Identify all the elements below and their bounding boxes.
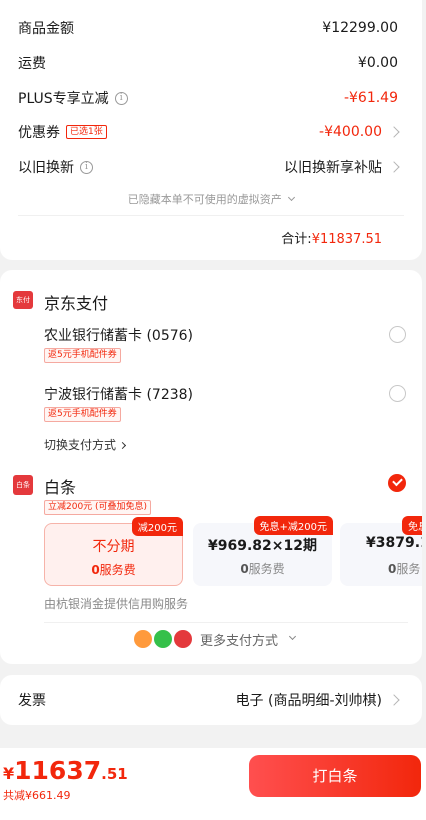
chevron-down-icon	[288, 193, 296, 202]
invoice-label: 发票	[18, 693, 46, 709]
chevron-down-icon	[288, 632, 297, 641]
shipping-value: ¥0.00	[357, 55, 398, 71]
total-label: 合计:	[281, 232, 312, 247]
invoice-card[interactable]: 发票 电子 (商品明细-刘帅棋)	[0, 675, 422, 725]
coupon-label: 优惠券	[18, 125, 60, 141]
wallet-icon	[134, 630, 152, 648]
coupon-value: -¥400.00	[319, 124, 382, 140]
final-price: ¥11637.51	[3, 756, 128, 785]
plan-title: ¥969.82×12期	[208, 538, 317, 554]
plus-discount-label: PLUS专享立减	[18, 91, 109, 107]
jd-pay-title: 京东支付	[44, 294, 109, 313]
shipping-row: 运费 ¥0.00	[18, 51, 398, 75]
plan-discount-badge: 免息+减200元	[253, 516, 333, 535]
jd-pay-icon: 东付	[13, 291, 33, 309]
goods-amount-row: 商品金额 ¥12299.00	[18, 16, 398, 40]
cashback-coupon-tag: 返5元手机配件券	[44, 348, 121, 363]
plans-overflow-clip: 免息 ¥3879.17 0服务	[338, 510, 422, 590]
more-payment-methods[interactable]: 更多支付方式	[0, 628, 422, 650]
total-value: ¥11837.51	[311, 232, 382, 247]
hidden-assets-note: 已隐藏本单不可使用的虚拟资产	[127, 193, 282, 206]
currency-symbol: ¥	[3, 764, 15, 783]
bank-card-option[interactable]: 宁波银行储蓄卡 (7238) 返5元手机配件券	[0, 379, 422, 429]
bottom-bar: ¥11637.51 共减¥661.49 打白条	[0, 748, 426, 820]
invoice-row[interactable]: 发票 电子 (商品明细-刘帅棋)	[18, 688, 400, 712]
total-saved: 共减¥661.49	[3, 789, 71, 802]
plan-fee: 0服务费	[240, 562, 285, 576]
trade-in-row[interactable]: 以旧换新 i 以旧换新享补贴	[18, 155, 400, 179]
baitiao-promo-tag: 立减200元 (可叠加免息)	[44, 500, 152, 515]
divider	[18, 215, 404, 216]
plus-discount-row: PLUS专享立减 i -¥61.49	[18, 86, 398, 110]
chevron-right-icon	[388, 161, 400, 173]
trade-in-value: 以旧换新享补贴	[284, 160, 382, 176]
chevron-right-icon	[388, 694, 400, 706]
goods-amount-value: ¥12299.00	[322, 20, 398, 36]
selected-check-icon[interactable]	[388, 474, 406, 492]
radio-button[interactable]	[389, 326, 406, 343]
plan-title: ¥3879.17	[366, 535, 422, 551]
trade-in-label: 以旧换新	[18, 160, 74, 176]
more-payment-label: 更多支付方式	[200, 634, 279, 649]
chevron-right-icon	[118, 441, 126, 450]
plan-fee: 0服务费	[91, 563, 136, 577]
plan-discount-badge: 免息	[402, 516, 422, 535]
plan-fee: 0服务	[388, 562, 421, 576]
divider	[44, 622, 408, 623]
plus-discount-value: -¥61.49	[343, 90, 398, 106]
price-integer: 11637	[14, 756, 102, 785]
total-row: 合计:¥11837.51	[281, 228, 382, 247]
baitiao-title: 白条	[44, 478, 77, 497]
bank-card-name: 宁波银行储蓄卡 (7238)	[44, 387, 194, 403]
radio-button[interactable]	[389, 385, 406, 402]
invoice-value: 电子 (商品明细-刘帅棋)	[235, 693, 382, 709]
price-decimal: .51	[101, 765, 128, 783]
shipping-label: 运费	[18, 56, 46, 72]
plan-discount-badge: 减200元	[131, 517, 183, 536]
switch-payment-link[interactable]: 切换支付方式	[44, 436, 126, 453]
cashback-coupon-tag: 返5元手机配件券	[44, 407, 121, 422]
installment-plan-option[interactable]: 减200元 不分期 0服务费	[44, 517, 183, 586]
goods-amount-label: 商品金额	[18, 21, 74, 37]
chevron-right-icon	[388, 126, 400, 138]
installment-plan-option[interactable]: 免息+减200元 ¥969.82×12期 0服务费	[193, 516, 333, 586]
coupon-row[interactable]: 优惠券 已选1张 -¥400.00	[18, 120, 400, 144]
installment-plan-option[interactable]: 免息 ¥3879.17 0服务	[340, 516, 422, 586]
bank-card-name: 农业银行储蓄卡 (0576)	[44, 328, 194, 344]
wechat-pay-icon	[154, 630, 172, 648]
plan-title: 不分期	[92, 539, 135, 555]
credit-provider-note: 由杭银消金提供信用购服务	[44, 597, 189, 611]
hidden-assets-toggle[interactable]: 已隐藏本单不可使用的虚拟资产	[0, 191, 422, 207]
coupon-selected-tag: 已选1张	[66, 125, 107, 139]
info-icon[interactable]: i	[114, 91, 128, 105]
order-summary-card: 商品金额 ¥12299.00 运费 ¥0.00 PLUS专享立减 i -¥61.…	[0, 0, 422, 260]
info-icon[interactable]: i	[80, 160, 93, 174]
pay-button[interactable]: 打白条	[249, 755, 421, 797]
baitiao-icon: 白条	[13, 475, 33, 495]
bank-card-icon	[174, 630, 192, 648]
bank-card-option[interactable]: 农业银行储蓄卡 (0576) 返5元手机配件券	[0, 320, 422, 370]
